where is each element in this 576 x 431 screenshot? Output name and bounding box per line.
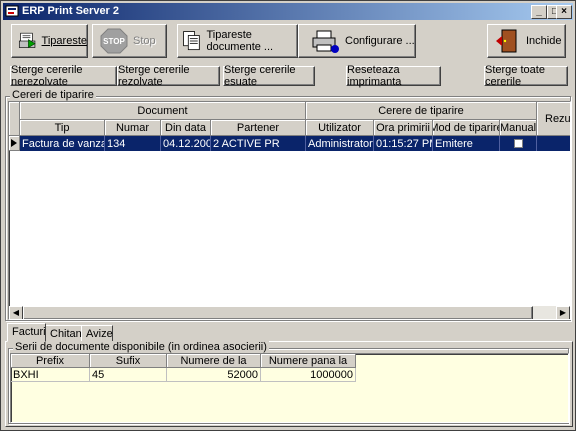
configure-button[interactable]: Configurare ...	[298, 24, 416, 58]
print-documents-label: Tipareste documente ...	[206, 29, 274, 53]
series-col-prefix[interactable]: Prefix	[11, 354, 90, 368]
requests-table[interactable]: Document Cerere de tiparire Rezult Tip N…	[8, 101, 571, 320]
window-title: ERP Print Server 2	[22, 5, 120, 17]
cell-manual[interactable]	[500, 136, 537, 151]
print-button-label: Tipareste	[41, 35, 87, 47]
cell-ora-primirii[interactable]: 01:15:27 PM	[374, 136, 433, 151]
col-header-ora-primirii[interactable]: Ora primirii	[374, 120, 433, 136]
series-col-de-la[interactable]: Numere de la	[167, 354, 261, 368]
delete-unsolved-button[interactable]: Sterge cererile nerezolvate	[10, 64, 117, 88]
print-documents-button[interactable]: Tipareste documente ...	[177, 24, 298, 58]
printer-icon	[18, 32, 36, 49]
manual-checkbox[interactable]	[513, 139, 523, 148]
scroll-thumb[interactable]	[23, 306, 533, 319]
stop-button[interactable]: STOP Stop	[92, 24, 167, 58]
col-header-tip[interactable]: Tip	[20, 120, 105, 136]
horizontal-scrollbar[interactable]: ◀ ▶	[9, 306, 570, 319]
document-header-group: Document	[20, 102, 306, 120]
close-window-button[interactable]: ×	[556, 5, 572, 19]
tab-facturi[interactable]: Facturi	[7, 323, 46, 342]
scroll-left-icon[interactable]: ◀	[9, 306, 23, 319]
app-icon	[5, 5, 19, 17]
exit-door-icon	[496, 29, 517, 53]
stop-button-label: Stop	[133, 35, 156, 47]
series-col-pana-la[interactable]: Numere pana la	[261, 354, 356, 368]
cell-partener[interactable]: 2 ACTIVE PR	[211, 136, 306, 151]
documents-icon	[183, 31, 200, 51]
col-header-partener[interactable]: Partener	[211, 120, 306, 136]
col-header-mod-tiparire[interactable]: Mod de tiparire	[433, 120, 500, 136]
stop-sign-icon: STOP	[100, 28, 128, 54]
result-header[interactable]: Rezult	[537, 102, 570, 136]
printer-settings-icon	[312, 30, 339, 53]
col-header-utilizator[interactable]: Utilizator	[306, 120, 374, 136]
series-cell-prefix[interactable]: BXHI	[11, 368, 90, 382]
cell-result[interactable]	[537, 136, 570, 151]
requests-group-label: Cereri de tiparire	[10, 89, 96, 101]
request-header-group: Cerere de tiparire	[306, 102, 537, 120]
scroll-right-icon[interactable]: ▶	[556, 306, 570, 319]
minimize-button[interactable]: _	[531, 5, 547, 19]
print-button[interactable]: Tipareste	[11, 24, 88, 58]
stop-icon-text: STOP	[103, 37, 125, 46]
cell-utilizator[interactable]: Administrator, Adr	[306, 136, 374, 151]
configure-label: Configurare ...	[345, 35, 415, 47]
cell-numar[interactable]: 134	[105, 136, 161, 151]
series-cell-de-la[interactable]: 52000	[167, 368, 261, 382]
series-col-sufix[interactable]: Sufix	[90, 354, 167, 368]
cell-mod-tiparire[interactable]: Emitere	[433, 136, 500, 151]
row-pointer-icon	[9, 136, 20, 151]
series-cell-sufix[interactable]: 45	[90, 368, 167, 382]
close-button[interactable]: Inchide	[487, 24, 566, 58]
series-group-label: Serii de documente disponibile (in ordin…	[13, 341, 269, 353]
cell-din-data[interactable]: 04.12.2003	[161, 136, 211, 151]
main-window: ERP Print Server 2 _ □ × Tipareste STOP …	[0, 0, 576, 431]
col-header-numar[interactable]: Numar	[105, 120, 161, 136]
delete-all-button[interactable]: Sterge toate cererile	[484, 64, 568, 88]
title-bar[interactable]: ERP Print Server 2 _ □ ×	[3, 3, 573, 20]
delete-failed-button[interactable]: Sterge cererile esuate	[223, 64, 315, 88]
cell-tip[interactable]: Factura de vanzare	[20, 136, 105, 151]
col-header-manual[interactable]: Manual	[500, 120, 537, 136]
series-cell-pana-la[interactable]: 1000000	[261, 368, 356, 382]
row-indicator-header	[9, 102, 20, 136]
col-header-din-data[interactable]: Din data	[161, 120, 211, 136]
delete-solved-button[interactable]: Sterge cererile rezolvate	[117, 64, 220, 88]
close-button-label: Inchide	[526, 35, 562, 47]
series-table[interactable]: Prefix Sufix Numere de la Numere pana la…	[10, 353, 569, 423]
tab-avize[interactable]: Avize	[81, 325, 113, 342]
reset-printer-button[interactable]: Reseteaza imprimanta	[346, 64, 441, 88]
